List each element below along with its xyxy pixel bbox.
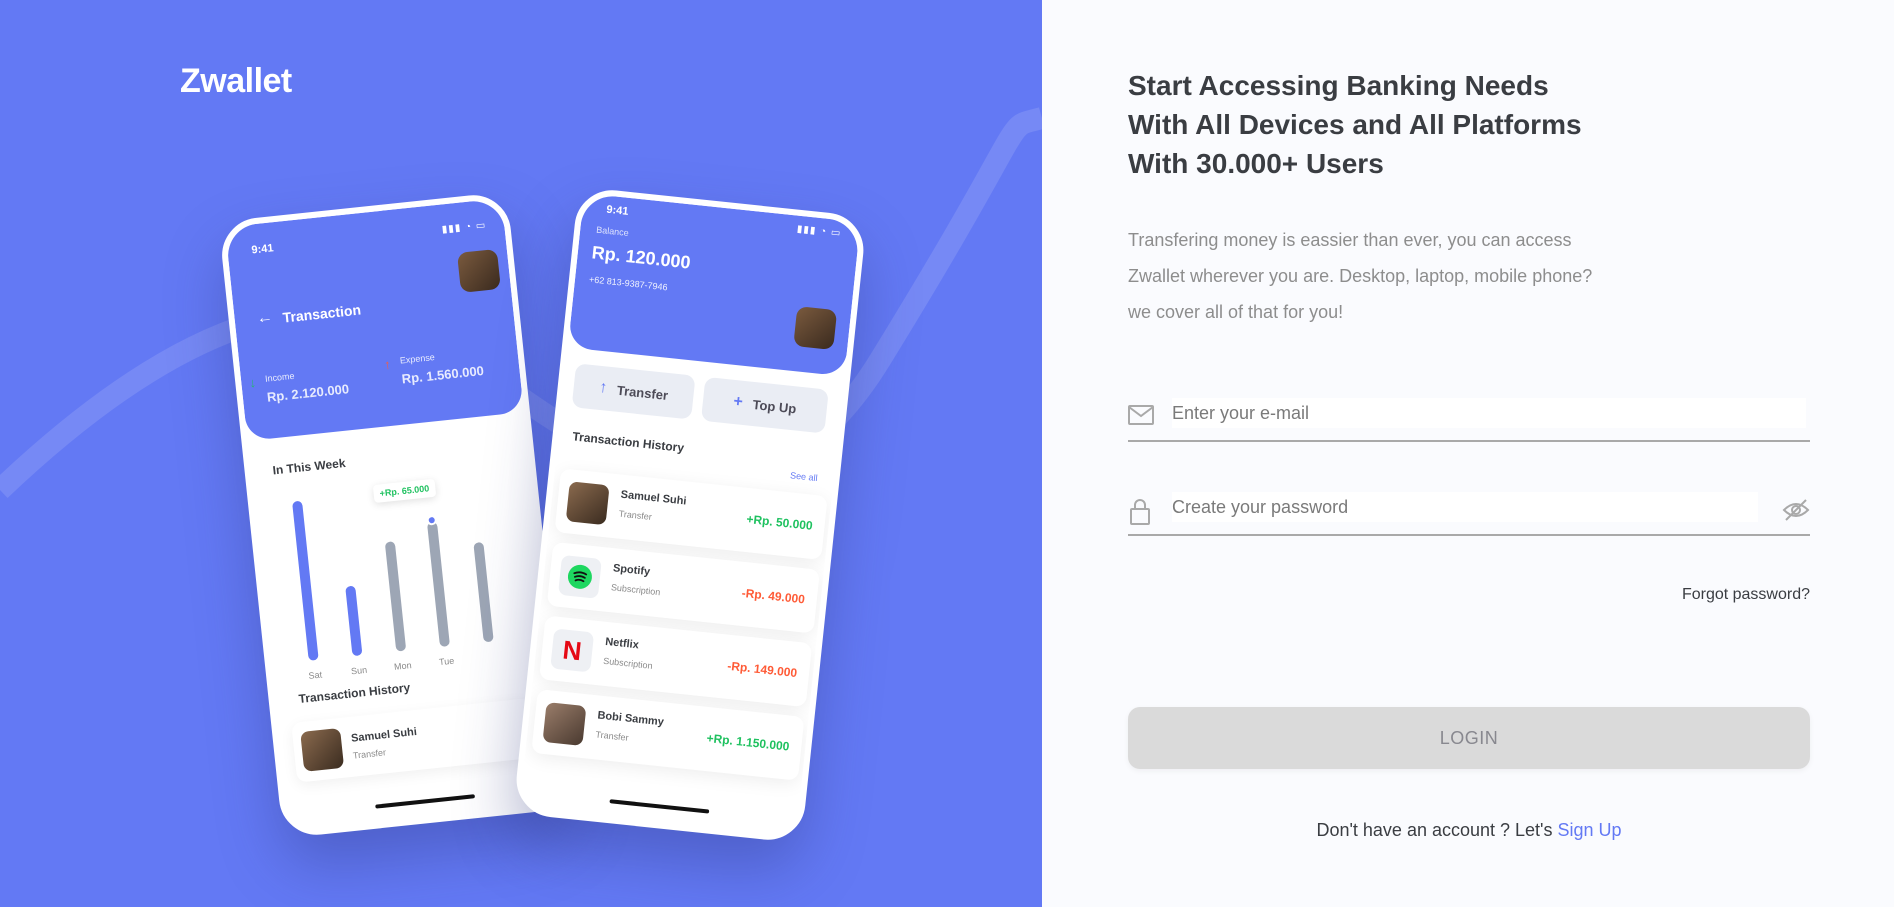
signup-prompt-text: Don't have an account ? Let's <box>1316 820 1553 840</box>
headline-line: Start Accessing Banking Needs <box>1128 70 1549 101</box>
bar-sat <box>292 500 319 661</box>
income-summary: ↓ Income Rp. 2.120.000 <box>249 365 350 405</box>
bar-sun <box>345 585 363 657</box>
phone-number: +62 813-9387-7946 <box>588 274 669 293</box>
status-time: 9:41 <box>605 203 630 218</box>
status-icons: ▮▮▮ ◔ ▭ <box>796 223 842 240</box>
avatar <box>565 481 610 526</box>
home-indicator <box>375 794 476 809</box>
page-description: Transfering money is eassier than ever, … <box>1128 222 1648 330</box>
password-input[interactable] <box>1172 492 1758 522</box>
week-title: In This Week <box>271 455 347 478</box>
sign-up-link[interactable]: Sign Up <box>1558 820 1622 840</box>
email-field <box>1128 396 1810 442</box>
home-indicator <box>609 799 710 814</box>
day-label: Mon <box>393 660 413 672</box>
avatar <box>456 248 501 293</box>
plus-icon: + <box>732 392 744 411</box>
status-icons: ▮▮▮ ◔ ▭ <box>441 219 487 236</box>
description-line: Transfering money is eassier than ever, … <box>1128 230 1572 250</box>
transaction-type: Subscription <box>602 655 654 671</box>
see-all-link: See all <box>789 470 819 484</box>
transaction-name: Samuel Suhi <box>620 488 688 508</box>
expense-summary: ↑ Expense Rp. 1.560.000 <box>383 347 485 387</box>
hero-panel: Zwallet 9:41 ▮▮▮ ◔ ▭ ← Transaction ↓ Inc… <box>0 0 1042 907</box>
spotify-icon <box>557 554 602 599</box>
history-title: Transaction History <box>297 680 411 707</box>
headline-line: With All Devices and All Platforms <box>1128 109 1582 140</box>
avatar <box>300 727 345 772</box>
expense-value: Rp. 1.560.000 <box>401 362 485 387</box>
phone-header: 9:41 ▮▮▮ ◔ ▭ ← Transaction ↓ Income Rp. … <box>224 198 524 442</box>
transaction-type: Subscription <box>610 582 661 598</box>
transaction-type: Transfer <box>618 508 653 522</box>
transfer-label: Transfer <box>616 382 669 403</box>
password-field <box>1128 490 1810 536</box>
day-label: Sat <box>308 669 323 681</box>
login-button[interactable]: LOGIN <box>1128 707 1810 769</box>
income-label: Income <box>264 370 295 384</box>
lock-icon <box>1128 498 1156 525</box>
topup-button: + Top Up <box>700 376 829 434</box>
transaction-amount: +Rp. 50.000 <box>745 511 814 533</box>
transaction-name: Spotify <box>612 562 651 579</box>
contact-name: Samuel Suhi <box>350 725 418 745</box>
bar-wed <box>473 541 494 643</box>
transaction-amount: -Rp. 49.000 <box>741 585 806 607</box>
login-panel: Start Accessing Banking Needs With All D… <box>1042 0 1894 907</box>
email-input[interactable] <box>1172 398 1806 428</box>
page-title: Start Accessing Banking Needs With All D… <box>1128 66 1648 183</box>
day-label: Tue <box>438 655 455 668</box>
list-item: Samuel Suhi Transfer <box>291 697 537 783</box>
balance-value: Rp. 120.000 <box>590 242 692 273</box>
transfer-button: ↑ Transfer <box>571 363 696 420</box>
avatar <box>542 702 587 747</box>
transaction-amount: +Rp. 1.150.000 <box>705 731 791 754</box>
mail-icon <box>1128 404 1156 430</box>
arrow-down-icon: ↓ <box>248 374 257 391</box>
transaction-name: Netflix <box>604 635 640 652</box>
bar-tue <box>426 521 450 648</box>
netflix-icon: N <box>550 628 595 673</box>
eye-off-icon[interactable] <box>1782 498 1810 524</box>
avatar <box>793 306 838 351</box>
transaction-name: Bobi Sammy <box>596 709 665 729</box>
description-line: we cover all of that for you! <box>1128 302 1344 322</box>
transaction-type: Transfer <box>595 729 630 743</box>
transaction-amount: -Rp. 149.000 <box>726 658 798 681</box>
arrow-up-icon: ↑ <box>598 378 609 397</box>
back-arrow-icon: ← <box>255 308 274 328</box>
day-label: Sun <box>350 664 368 677</box>
topup-label: Top Up <box>751 396 798 416</box>
forgot-password-link[interactable]: Forgot password? <box>1682 586 1810 604</box>
bar-mon <box>384 541 407 652</box>
history-title: Transaction History <box>571 429 685 455</box>
brand-logo: Zwallet <box>180 62 292 100</box>
description-line: Zwallet wherever you are. Desktop, lapto… <box>1128 266 1593 286</box>
arrow-up-icon: ↑ <box>383 356 392 373</box>
status-time: 9:41 <box>250 242 275 257</box>
income-value: Rp. 2.120.000 <box>266 381 350 405</box>
transaction-type: Transfer <box>352 747 387 761</box>
expense-label: Expense <box>399 352 436 366</box>
headline-line: With 30.000+ Users <box>1128 148 1384 179</box>
screen-title: Transaction <box>281 301 362 326</box>
signup-prompt: Don't have an account ? Let's Sign Up <box>1128 820 1810 841</box>
balance-card: 9:41 ▮▮▮ ◔ ▭ Balance Rp. 120.000 +62 813… <box>567 193 861 377</box>
balance-label: Balance <box>595 224 630 239</box>
